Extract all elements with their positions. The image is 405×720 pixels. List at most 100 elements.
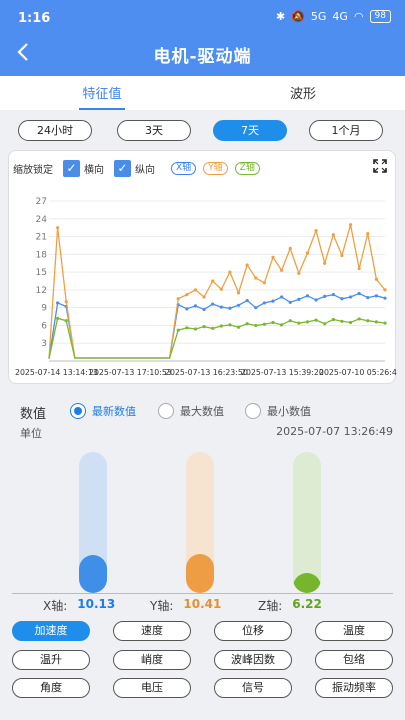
data-point [236,325,241,329]
range-3d-button[interactable]: 3天 [117,120,191,141]
data-point [254,306,258,310]
data-point [202,325,206,329]
data-point [245,298,249,303]
data-point [340,253,344,258]
data-point [305,294,310,298]
metric-kurtosis[interactable]: 峭度 [113,650,191,670]
data-point [348,223,353,227]
data-point [331,233,335,237]
metric-temp-rise[interactable]: 温升 [12,650,90,670]
min-value-label: 最小数值 [267,405,311,418]
values-label: 数值 [20,407,47,422]
time-range-selector: 24小时 3天 7天 1个月 [0,120,405,142]
max-value-radio[interactable]: 最大数值 [158,403,224,419]
unit-row: 单位 2025-07-07 13:26:49 [0,425,405,441]
range-24h-button[interactable]: 24小时 [18,120,92,141]
data-point [280,268,284,272]
data-point [331,293,335,297]
y-axis-gauge [186,452,214,593]
x-axis-value: 10.13 [77,597,116,611]
series-line-Y轴 [48,224,386,359]
horizontal-checkbox[interactable]: ✓ [63,159,80,177]
data-point [219,305,223,309]
data-point [262,322,266,326]
data-point [297,321,301,325]
data-point [288,300,292,304]
y-axis-label: Y轴: [150,599,174,613]
fullscreen-icon[interactable] [373,159,387,173]
metric-voltage[interactable]: 电压 [113,678,191,698]
tab-features[interactable]: 特征值 [42,83,162,110]
min-value-radio[interactable]: 最小数值 [245,403,311,419]
y-tick-label: 18 [36,250,48,260]
signal-5g: 5G [310,10,327,23]
data-point [64,319,68,323]
y-tick-label: 15 [36,268,47,278]
tab-waveform[interactable]: 波形 [243,83,363,110]
x-readout: X轴: 10.13 [43,597,115,614]
data-point [176,328,180,332]
data-point [254,276,258,280]
page-title: 电机-驱动端 [153,47,252,67]
metric-temperature[interactable]: 温度 [315,621,393,641]
axis-readouts: X轴: 10.13 Y轴: 10.41 Z轴: 6.22 [0,596,405,614]
data-point [288,246,292,251]
trend-chart-card: 3 6 9 12 15 18 21 24 27 2025-07-14 13:14:13 2025-0… [8,150,397,385]
range-1m-button[interactable]: 1个月 [309,120,383,141]
range-7d-button[interactable]: 7天 [213,120,287,141]
metric-vibration-frequency[interactable]: 振动频率 [315,678,393,698]
series-line-Z轴 [48,317,386,359]
data-point [357,291,361,296]
data-point [211,302,215,306]
data-point [374,294,378,298]
data-point [202,307,206,312]
x-tick-label: 2025-07-13 17:10:53 [89,368,172,377]
signal-4g: 4G [332,10,348,23]
status-time: 1:16 [18,11,51,26]
data-point [193,288,198,292]
latest-value-radio[interactable]: 最新数值 [70,403,136,419]
data-point [56,301,60,305]
value-timestamp: 2025-07-07 13:26:49 [276,425,393,438]
metric-signal[interactable]: 信号 [214,678,292,698]
data-point [305,251,310,255]
chart-controls: 缩放锁定 ✓ 横向 ✓ 纵向 X轴 Y轴 Z轴 [13,159,343,177]
x-gauge-fill [79,554,107,593]
data-point [280,295,284,299]
metric-acceleration[interactable]: 加速度 [12,621,90,641]
data-point [340,319,344,323]
x-tick-label: 2025-07-10 05:26:49 [319,368,397,377]
data-point [348,295,353,299]
data-point [64,300,68,304]
data-point [185,307,189,311]
x-axis-toggle[interactable]: X轴 [171,161,197,175]
data-point [323,261,327,265]
y-tick-label: 6 [41,321,47,331]
x-tick-label: 2025-07-14 13:14:13 [15,368,98,377]
radio-dot [245,403,261,419]
data-point [297,271,301,275]
data-point [323,322,327,326]
metric-displacement[interactable]: 位移 [214,621,292,641]
gauge-baseline [12,593,393,594]
x-tick-label: 2025-07-13 15:39:20 [241,368,324,377]
vertical-checkbox[interactable]: ✓ [114,159,131,177]
trend-chart[interactable]: 3691215182124272025-07-14 13:14:132025-0… [9,151,397,385]
metric-angle[interactable]: 角度 [12,678,90,698]
z-readout: Z轴: 6.22 [258,597,322,614]
data-point [219,324,223,328]
data-point [331,317,335,322]
z-axis-toggle[interactable]: Z轴 [234,161,260,175]
y-tick-label: 3 [41,339,47,349]
z-gauge-fill [293,573,321,593]
latest-value-label: 最新数值 [92,405,136,418]
metric-crest-factor[interactable]: 波峰因数 [214,650,292,670]
data-point [211,326,215,331]
wifi-icon: ◠ [353,10,364,23]
data-point [202,295,206,299]
data-point [176,297,180,301]
metric-envelope[interactable]: 包络 [315,650,393,670]
data-point [228,270,232,274]
metric-velocity[interactable]: 速度 [113,621,191,641]
y-axis-toggle[interactable]: Y轴 [203,161,228,175]
